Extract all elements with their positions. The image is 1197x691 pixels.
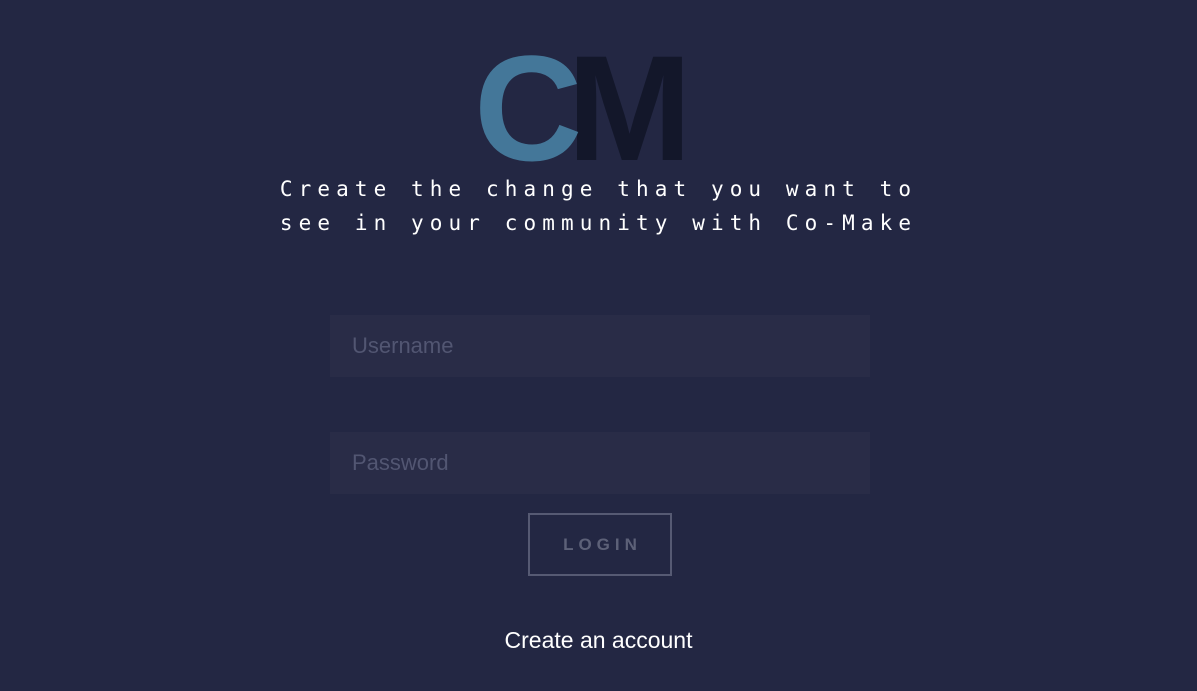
co-make-logo: M C bbox=[478, 44, 698, 170]
password-input[interactable] bbox=[330, 432, 870, 494]
create-account-link[interactable]: Create an account bbox=[0, 625, 1197, 655]
logo-letter-c: C bbox=[478, 44, 582, 170]
logo-letter-m: M bbox=[567, 44, 692, 170]
tagline-line-1: Create the change that you want to bbox=[279, 177, 918, 201]
username-input[interactable] bbox=[330, 315, 870, 377]
tagline-line-2: see in your community with Co-Make bbox=[279, 211, 918, 235]
logo-mark: M C bbox=[478, 44, 692, 170]
login-button[interactable]: LOGIN bbox=[528, 513, 672, 576]
